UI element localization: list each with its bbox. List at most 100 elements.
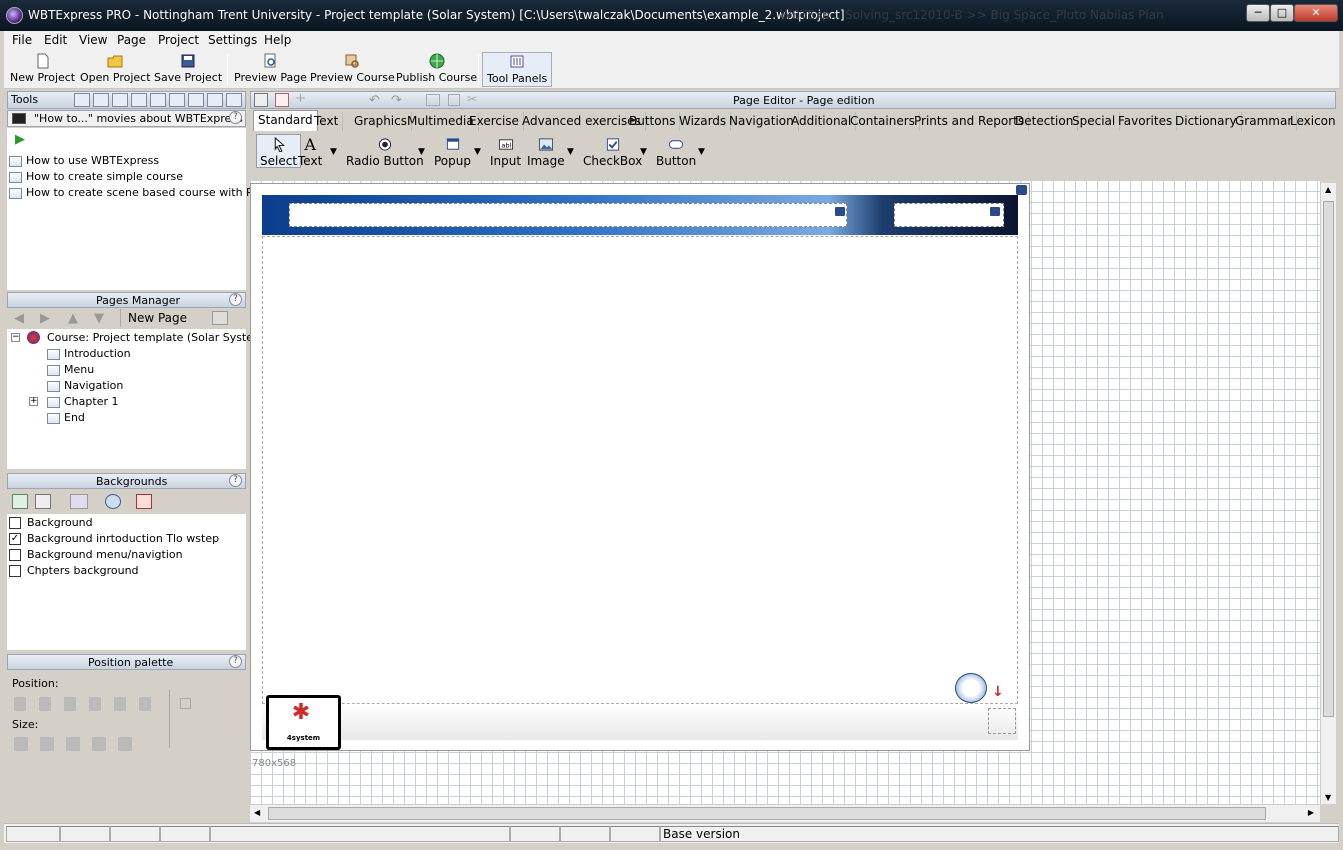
background-checkbox[interactable]: ✓ <box>9 533 21 545</box>
tab-buttons[interactable]: Buttons <box>625 112 681 131</box>
cut-icon[interactable]: ✂ <box>467 92 477 106</box>
vertical-scrollbar[interactable]: ▲ ▼ <box>1320 183 1336 804</box>
tool-icon[interactable] <box>169 93 185 107</box>
expand-icon[interactable]: + <box>29 397 38 406</box>
arrow-down-icon[interactable]: ↓ <box>992 684 1004 700</box>
vertical-scroll-thumb[interactable] <box>1323 201 1334 717</box>
tree-page-item[interactable]: Menu <box>47 363 94 376</box>
new-project-button[interactable]: New Project <box>10 53 75 84</box>
tab-standard[interactable]: Standard <box>253 110 318 131</box>
movie-item[interactable]: How to use WBTExpress <box>9 154 159 167</box>
undo-icon[interactable]: ↶ <box>369 93 380 108</box>
clock-icon[interactable] <box>955 673 987 703</box>
chevron-down-icon[interactable]: ▼ <box>474 147 481 157</box>
input-tool-button[interactable]: abl Input <box>490 137 521 168</box>
tool-icon[interactable] <box>74 93 90 107</box>
tab-favorites[interactable]: Favorites <box>1114 112 1178 131</box>
edit-background-icon[interactable] <box>35 494 51 509</box>
align-buttons[interactable] <box>14 697 164 711</box>
menu-page[interactable]: Page <box>117 33 146 47</box>
preview-course-button[interactable]: Preview Course <box>310 53 395 84</box>
select-tool-button[interactable]: Select <box>256 134 302 168</box>
tool-icon[interactable] <box>112 93 128 107</box>
chevron-down-icon[interactable]: ▼ <box>330 147 337 157</box>
new-page-button[interactable]: New Page ▼ <box>120 309 200 339</box>
chevron-down-icon[interactable]: ▼ <box>567 147 574 157</box>
help-icon[interactable]: ? <box>229 293 242 306</box>
image-tool-button[interactable]: Image <box>527 137 565 168</box>
open-project-button[interactable]: Open Project <box>80 53 151 84</box>
arrow-right-icon[interactable]: ▶ <box>40 311 50 326</box>
minimize-button[interactable]: ─ <box>1246 4 1270 22</box>
size-buttons[interactable] <box>14 737 139 751</box>
title-text-field[interactable] <box>289 203 847 227</box>
tool-icon[interactable] <box>207 93 223 107</box>
scroll-right-icon[interactable]: ▶ <box>1308 808 1314 817</box>
tree-page-item[interactable]: Introduction <box>47 347 131 360</box>
pencil-icon[interactable] <box>275 93 289 107</box>
page-footer[interactable] <box>262 704 1018 740</box>
collapse-icon[interactable]: − <box>11 333 20 342</box>
text-tool-button[interactable]: A Text <box>298 137 322 169</box>
tree-page-item[interactable]: End <box>47 411 85 424</box>
background-checkbox[interactable] <box>9 517 21 529</box>
arrow-up-icon[interactable]: ▲ <box>68 311 78 326</box>
center-page-icon[interactable] <box>180 698 191 709</box>
tool-icon[interactable] <box>131 93 147 107</box>
scroll-left-icon[interactable]: ◀ <box>254 808 260 817</box>
menu-view[interactable]: View <box>79 33 107 47</box>
tool-icon[interactable] <box>93 93 109 107</box>
menu-edit[interactable]: Edit <box>44 33 67 47</box>
horizontal-scrollbar[interactable]: ◀ ▶ <box>250 804 1320 822</box>
menu-help[interactable]: Help <box>264 33 291 47</box>
arrow-left-icon[interactable]: ◀ <box>14 311 24 326</box>
redo-icon[interactable]: ↷ <box>391 93 402 108</box>
arrow-down-icon[interactable]: ▼ <box>94 311 104 326</box>
menu-file[interactable]: File <box>12 33 32 47</box>
help-icon[interactable]: ? <box>229 111 242 124</box>
copy-icon[interactable] <box>426 94 440 106</box>
course-node-label[interactable]: Course: Project template (Solar System) <box>47 331 268 344</box>
add-icon[interactable]: + <box>295 92 309 107</box>
preview-page-button[interactable]: Preview Page <box>234 53 307 84</box>
tool-icon[interactable] <box>226 93 242 107</box>
edit-page-icon[interactable] <box>254 93 268 107</box>
paste-icon[interactable] <box>448 94 460 106</box>
scroll-up-icon[interactable]: ▲ <box>1325 185 1331 194</box>
maximize-button[interactable]: □ <box>1270 4 1294 22</box>
chevron-down-icon[interactable]: ▼ <box>640 147 647 157</box>
tree-page-item[interactable]: Chapter 1 <box>47 395 118 408</box>
scroll-down-icon[interactable]: ▼ <box>1325 793 1331 802</box>
horizontal-scroll-thumb[interactable] <box>268 807 1266 820</box>
movie-item[interactable]: How to create simple course <box>9 170 183 183</box>
chevron-down-icon[interactable]: ▼ <box>418 147 425 157</box>
chapter-text-field[interactable] <box>894 203 1004 227</box>
page-options-icon[interactable] <box>212 311 228 325</box>
tab-special[interactable]: Special <box>1068 112 1121 131</box>
menu-settings[interactable]: Settings <box>208 33 257 47</box>
gear-icon[interactable] <box>105 494 121 509</box>
save-project-button[interactable]: Save Project <box>154 53 222 84</box>
user-lock-icon[interactable] <box>988 708 1016 734</box>
tool-icon[interactable] <box>188 93 204 107</box>
tool-panels-button[interactable]: Tool Panels <box>482 52 553 87</box>
movie-item[interactable]: How to create scene based course with RP… <box>9 186 266 199</box>
tab-lexicon[interactable]: Lexicon <box>1286 112 1340 131</box>
help-icon[interactable]: ? <box>229 655 242 668</box>
tab-text[interactable]: Text <box>310 112 344 131</box>
play-icon[interactable]: ▶ <box>15 132 25 147</box>
eye-icon[interactable] <box>70 494 88 509</box>
chevron-down-icon[interactable]: ▼ <box>698 147 705 157</box>
popup-tool-button[interactable]: Popup <box>434 137 471 168</box>
background-checkbox[interactable] <box>9 549 21 561</box>
delete-background-icon[interactable] <box>136 494 152 509</box>
tab-wizards[interactable]: Wizards <box>675 112 732 131</box>
publish-course-button[interactable]: Publish Course <box>396 53 477 84</box>
help-icon[interactable]: ? <box>229 474 242 487</box>
radio-button-tool-button[interactable]: Radio Button <box>346 137 424 168</box>
menu-project[interactable]: Project <box>158 33 199 47</box>
background-checkbox[interactable] <box>9 565 21 577</box>
close-button[interactable]: ✕ <box>1294 4 1338 22</box>
tab-containers[interactable]: Containers <box>846 112 920 131</box>
tool-icon[interactable] <box>150 93 166 107</box>
